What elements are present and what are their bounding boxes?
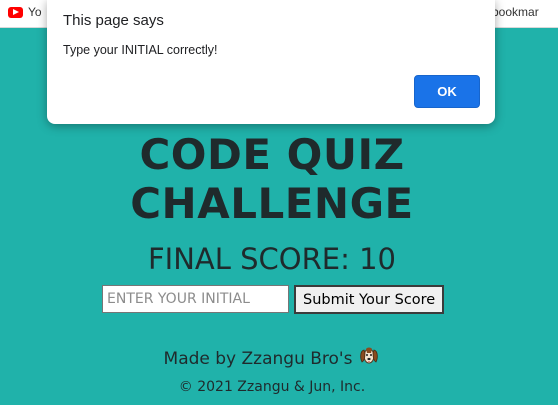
bookmark-youtube[interactable]: Yo <box>8 5 42 19</box>
submit-score-button[interactable]: Submit Your Score <box>294 285 445 314</box>
initial-input[interactable] <box>102 285 289 313</box>
dog-face-icon <box>358 345 380 372</box>
page-title: CODE QUIZ CHALLENGE <box>130 130 414 228</box>
alert-message: Type your INITIAL correctly! <box>63 43 218 57</box>
youtube-icon <box>8 6 23 18</box>
credits-text: Made by Zzangu Bro's <box>163 348 353 369</box>
ok-button[interactable]: OK <box>414 75 480 108</box>
bookmark-youtube-label: Yo <box>28 5 42 19</box>
alert-dialog: This page says Type your INITIAL correct… <box>47 0 495 124</box>
credits: Made by Zzangu Bro's <box>0 345 544 372</box>
alert-title: This page says <box>63 12 164 29</box>
score-form: Submit Your Score <box>102 285 445 314</box>
copyright: © 2021 Zzangu & Jun, Inc. <box>178 379 366 395</box>
final-score: FINAL SCORE: 10 <box>148 242 396 276</box>
